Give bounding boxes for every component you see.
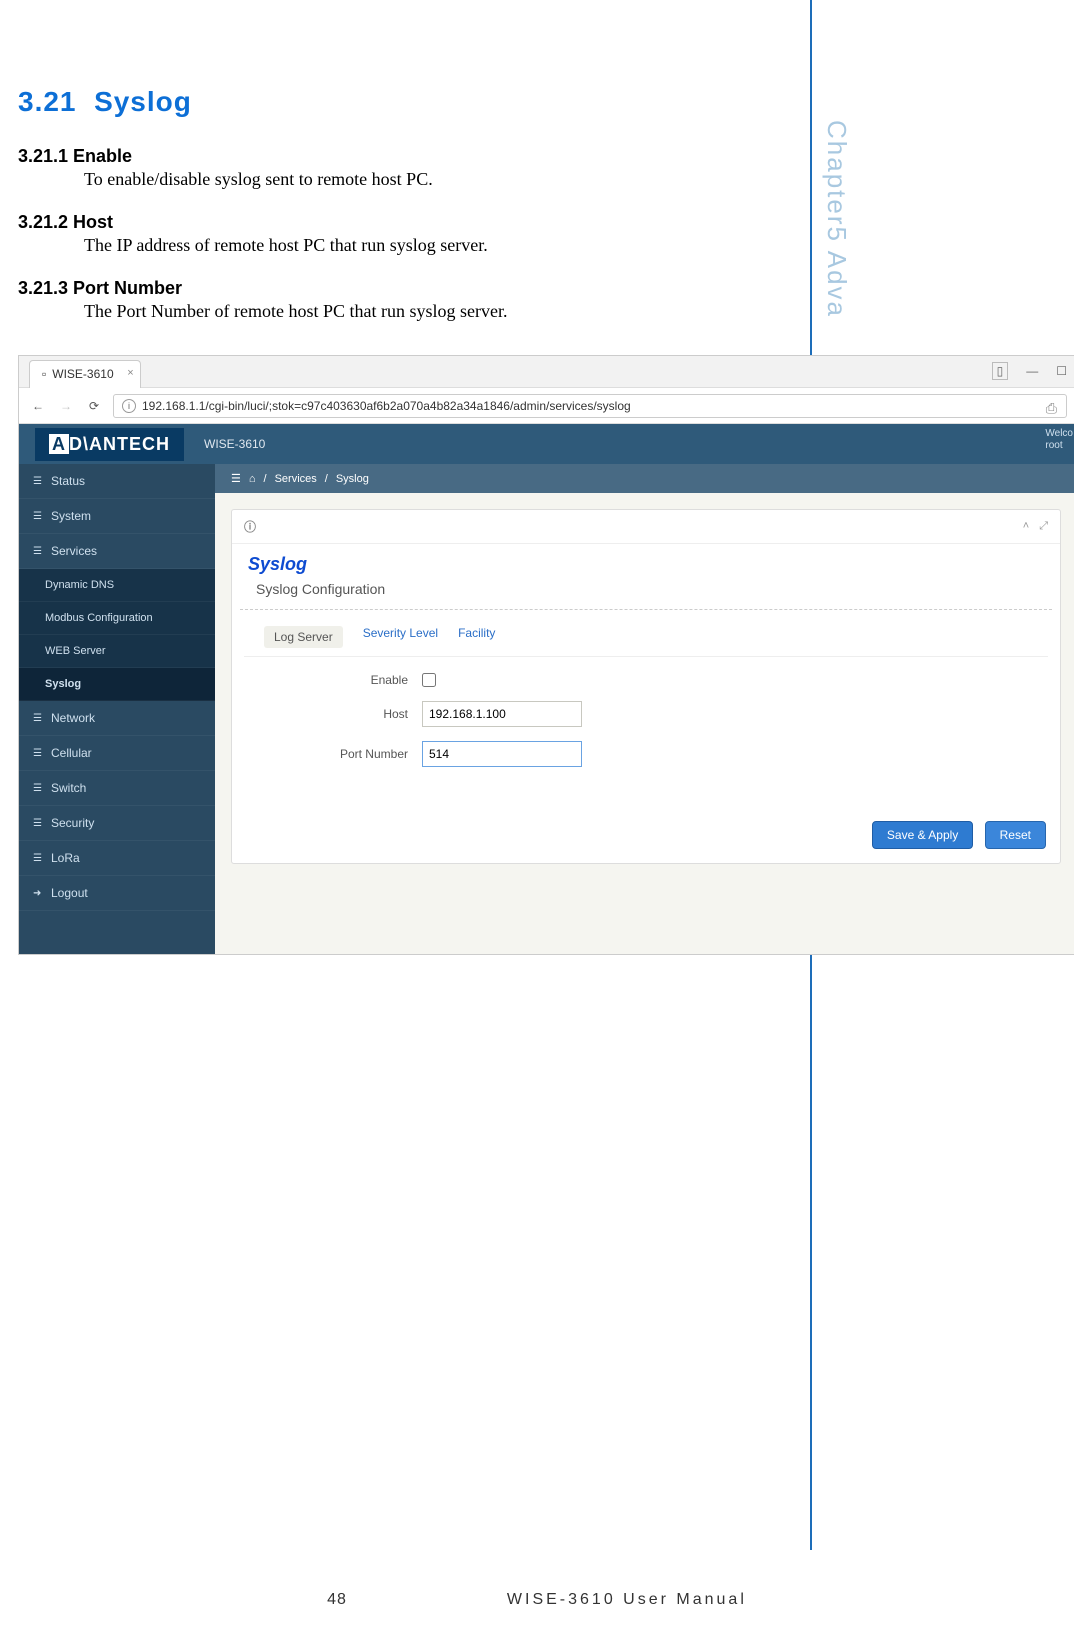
sidebar-item-security[interactable]: ☰Security — [19, 806, 215, 841]
info-icon[interactable]: i — [122, 399, 136, 413]
list-icon: ☰ — [33, 853, 43, 864]
sidebar-item-status[interactable]: ☰Status — [19, 464, 215, 499]
device-name: WISE-3610 — [204, 437, 265, 451]
tab-title: WISE-3610 — [52, 367, 113, 381]
close-icon[interactable]: × — [127, 367, 133, 379]
info-icon: ⓘ — [244, 518, 256, 535]
brand-text: D\ANTECH — [69, 434, 170, 454]
list-icon: ☰ — [33, 476, 43, 487]
subsection-port-heading: 3.21.3 Port Number — [18, 278, 1003, 299]
window-controls: ▯ — ☐ — [992, 362, 1067, 380]
list-icon: ☰ — [33, 818, 43, 829]
port-input[interactable] — [422, 741, 582, 767]
breadcrumb-sep: / — [325, 473, 328, 485]
list-icon: ☰ — [33, 713, 43, 724]
tab-favicon: ▫ — [42, 367, 46, 381]
logout-icon: ➜ — [33, 888, 43, 899]
port-label: Port Number — [262, 747, 422, 761]
sidebar-item-switch[interactable]: ☰Switch — [19, 771, 215, 806]
host-input[interactable] — [422, 701, 582, 727]
manual-title: WISE-3610 User Manual — [507, 1591, 747, 1609]
browser-tab[interactable]: ▫ WISE-3610 × — [29, 360, 141, 388]
sidebar-item-cellular[interactable]: ☰Cellular — [19, 736, 215, 771]
tab-facility[interactable]: Facility — [458, 626, 495, 648]
welcome-text: Welcoroot — [1045, 428, 1073, 452]
subsection-host-heading: 3.21.2 Host — [18, 212, 1003, 233]
breadcrumb-sep: / — [264, 473, 267, 485]
sidebar-item-system[interactable]: ☰System — [19, 499, 215, 534]
reload-icon[interactable]: ⟳ — [85, 397, 103, 415]
content-area: ☰ ⌂ / Services / Syslog ⓘ ˄ ⤢ Syslog Sys… — [215, 464, 1074, 954]
sidebar-item-lora[interactable]: ☰LoRa — [19, 841, 215, 876]
list-icon: ☰ — [33, 511, 43, 522]
document-body: 3.21 Syslog 3.21.1 Enable To enable/disa… — [18, 86, 1003, 322]
user-icon[interactable]: ▯ — [992, 362, 1009, 380]
breadcrumb-services[interactable]: Services — [275, 473, 317, 485]
sidebar-item-services[interactable]: ☰Services — [19, 534, 215, 569]
panel: ⓘ ˄ ⤢ Syslog Syslog Configuration Log Se… — [231, 509, 1061, 864]
menu-icon[interactable]: ☰ — [231, 472, 241, 485]
save-apply-button[interactable]: Save & Apply — [872, 821, 973, 849]
panel-title: Syslog — [232, 544, 1060, 577]
browser-tab-bar: ▫ WISE-3610 × — [19, 356, 1074, 388]
subsection-enable-heading: 3.21.1 Enable — [18, 146, 1003, 167]
sidebar-item-logout[interactable]: ➜Logout — [19, 876, 215, 911]
breadcrumb-syslog: Syslog — [336, 473, 369, 485]
app-topbar: AD\ANTECH WISE-3610 Welcoroot — [19, 424, 1074, 464]
collapse-icon[interactable]: ˄ — [1023, 520, 1029, 533]
sidebar-item-ddns[interactable]: Dynamic DNS — [19, 569, 215, 602]
enable-checkbox[interactable] — [422, 673, 436, 687]
section-heading: 3.21 Syslog — [18, 86, 1003, 118]
brand-logo: AD\ANTECH — [35, 428, 184, 461]
minimize-icon[interactable]: — — [1026, 364, 1038, 378]
sidebar-item-modbus[interactable]: Modbus Configuration — [19, 602, 215, 635]
breadcrumb: ☰ ⌂ / Services / Syslog — [215, 464, 1074, 493]
panel-subtitle: Syslog Configuration — [240, 577, 1052, 610]
subsection-port-body: The Port Number of remote host PC that r… — [84, 301, 1003, 322]
syslog-form: Enable Host Port Number — [232, 657, 1060, 821]
maximize-icon[interactable]: ☐ — [1056, 364, 1067, 378]
back-icon[interactable]: ← — [29, 397, 47, 415]
host-label: Host — [262, 707, 422, 721]
sidebar-item-web[interactable]: WEB Server — [19, 635, 215, 668]
forward-icon[interactable]: → — [57, 397, 75, 415]
page-footer: 48 WISE-3610 User Manual — [0, 1591, 1074, 1609]
sidebar-item-network[interactable]: ☰Network — [19, 701, 215, 736]
panel-header: ⓘ ˄ ⤢ — [232, 510, 1060, 544]
sidebar-item-syslog[interactable]: Syslog — [19, 668, 215, 701]
button-row: Save & Apply Reset — [232, 821, 1060, 863]
home-icon[interactable]: ⌂ — [249, 473, 256, 485]
tab-log-server[interactable]: Log Server — [264, 626, 343, 648]
tab-severity-level[interactable]: Severity Level — [363, 626, 438, 648]
list-icon: ☰ — [33, 748, 43, 759]
address-bar: ← → ⟳ i 192.168.1.1/cgi-bin/luci/;stok=c… — [19, 388, 1074, 424]
section-number: 3.21 — [18, 86, 77, 117]
reset-button[interactable]: Reset — [985, 821, 1046, 849]
enable-label: Enable — [262, 673, 422, 687]
subsection-host-body: The IP address of remote host PC that ru… — [84, 235, 1003, 256]
subsection-enable-body: To enable/disable syslog sent to remote … — [84, 169, 1003, 190]
list-icon: ☰ — [33, 546, 43, 557]
url-text: 192.168.1.1/cgi-bin/luci/;stok=c97c40363… — [142, 399, 631, 413]
browser-screenshot: ▯ — ☐ ▫ WISE-3610 × ← → ⟳ i 192.168.1.1/… — [18, 355, 1074, 955]
url-field[interactable]: i 192.168.1.1/cgi-bin/luci/;stok=c97c403… — [113, 394, 1067, 418]
list-icon: ☰ — [33, 783, 43, 794]
page-number: 48 — [327, 1591, 347, 1609]
sidebar: ☰Status ☰System ☰Services Dynamic DNS Mo… — [19, 464, 215, 954]
tabs: Log Server Severity Level Facility — [244, 618, 1048, 657]
expand-icon[interactable]: ⤢ — [1039, 520, 1048, 533]
translate-icon[interactable]: ⎙ — [1046, 400, 1057, 417]
section-title: Syslog — [94, 86, 192, 117]
